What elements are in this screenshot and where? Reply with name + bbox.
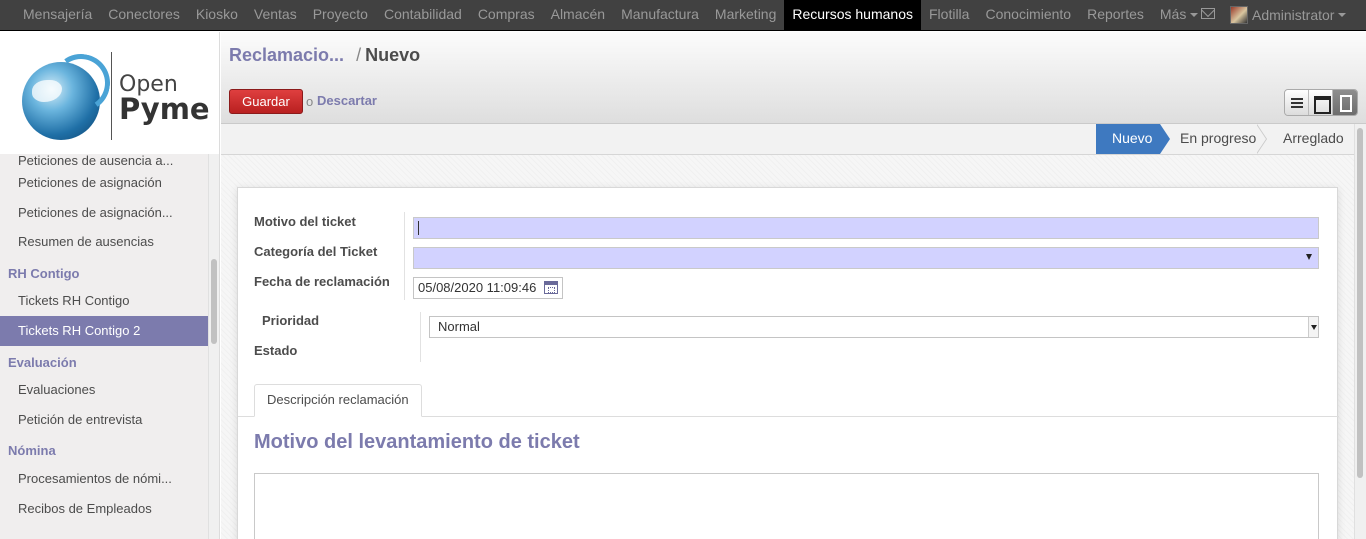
main-scrollbar-thumb[interactable] [1357, 128, 1363, 478]
sidebar-item-resumen-ausencias[interactable]: Resumen de ausencias [0, 227, 208, 257]
logo-divider [111, 52, 112, 140]
menu-contabilidad[interactable]: Contabilidad [376, 0, 470, 30]
menu-marketing[interactable]: Marketing [707, 0, 784, 30]
sidebar-item-peticiones-ausencia[interactable]: Peticiones de ausencia a... [0, 154, 208, 168]
top-menu: Mensajería Conectores Kiosko Ventas Proy… [15, 0, 1206, 30]
menu-recursos-humanos[interactable]: Recursos humanos [784, 0, 921, 30]
menu-mas[interactable]: Más [1152, 0, 1206, 30]
stage-nuevo[interactable]: Nuevo [1096, 124, 1160, 154]
section-title: Motivo del levantamiento de ticket [254, 431, 580, 453]
prioridad-value: Normal [438, 319, 480, 334]
breadcrumb-parent-link[interactable]: Reclamacio... [229, 45, 344, 65]
user-menu[interactable]: Administrator [1230, 0, 1347, 30]
fecha-reclamacion-input[interactable]: 05/08/2020 11:09:46 [413, 277, 563, 299]
categoria-ticket-select[interactable] [413, 247, 1319, 269]
menu-compras[interactable]: Compras [470, 0, 543, 30]
label-categoria-ticket: Categoría del Ticket [254, 244, 378, 259]
discard-link[interactable]: Descartar [317, 93, 377, 108]
sidebar-item-procesamientos-nomina[interactable]: Procesamientos de nómi... [0, 464, 208, 494]
save-button[interactable]: Guardar [229, 89, 303, 114]
label-estado: Estado [254, 343, 298, 358]
mail-icon[interactable] [1201, 8, 1215, 19]
motivo-ticket-input[interactable] [413, 217, 1319, 239]
dropdown-arrow-icon [1308, 317, 1318, 337]
caret-down-icon [1338, 13, 1347, 17]
stage-arreglado[interactable]: Arreglado [1265, 124, 1344, 154]
form-header: Reclamacio... / Nuevo Guardar o Descartar [221, 32, 1366, 124]
dropdown-arrow-icon [1306, 254, 1312, 260]
sidebar-item-tickets-rh[interactable]: Tickets RH Contigo [0, 286, 208, 316]
label-prioridad: Prioridad [262, 313, 320, 328]
sidebar-item-peticion-entrevista[interactable]: Petición de entrevista [0, 405, 208, 435]
label-fecha-reclamacion: Fecha de reclamación [254, 274, 390, 289]
sidebar-item-peticiones-asignacion-2[interactable]: Peticiones de asignación... [0, 198, 208, 228]
calendar-icon[interactable] [544, 281, 558, 294]
company-logo[interactable]: Open Pyme [0, 32, 219, 154]
view-switcher [1284, 89, 1358, 116]
or-text: o [306, 94, 314, 109]
prioridad-select[interactable]: Normal [429, 316, 1319, 338]
text-cursor [418, 221, 419, 235]
status-bar: Nuevo En progreso Arreglado [221, 124, 1354, 155]
sidebar-scrollbar[interactable] [208, 154, 219, 539]
sidebar-item-recibos-empleados[interactable]: Recibos de Empleados [0, 494, 208, 524]
sidebar: Open Pyme Peticiones de ausencia a... Pe… [0, 32, 220, 539]
top-navbar: Mensajería Conectores Kiosko Ventas Proy… [0, 0, 1366, 31]
breadcrumb-separator: / [356, 45, 362, 65]
stage-en-progreso[interactable]: En progreso [1162, 124, 1256, 154]
calendar-view-icon[interactable] [1309, 90, 1333, 115]
tab-descripcion-reclamacion[interactable]: Descripción reclamación [254, 384, 422, 417]
menu-ventas[interactable]: Ventas [246, 0, 305, 30]
menu-conocimiento[interactable]: Conocimiento [977, 0, 1079, 30]
user-name: Administrator [1252, 7, 1335, 23]
field-separator [404, 212, 405, 300]
sidebar-scrollbar-thumb[interactable] [211, 259, 217, 344]
menu-manufactura[interactable]: Manufactura [613, 0, 707, 30]
menu-conectores[interactable]: Conectores [100, 0, 188, 30]
sidebar-section-rh-contigo: RH Contigo [8, 265, 80, 281]
sidebar-item-peticiones-asignacion[interactable]: Peticiones de asignación [0, 168, 208, 198]
avatar [1230, 6, 1248, 24]
list-view-icon[interactable] [1285, 90, 1309, 115]
descripcion-textarea[interactable] [254, 473, 1319, 539]
form-sheet: Motivo del ticket Categoría del Ticket F… [237, 187, 1339, 539]
sidebar-section-nomina: Nómina [8, 443, 56, 459]
breadcrumb-current: Nuevo [365, 45, 421, 65]
caret-down-icon [1190, 13, 1199, 18]
form-content: Nuevo En progreso Arreglado Motivo del t… [221, 124, 1354, 539]
menu-flotilla[interactable]: Flotilla [921, 0, 977, 30]
form-view-icon[interactable] [1333, 90, 1357, 115]
sidebar-item-evaluaciones[interactable]: Evaluaciones [0, 375, 208, 405]
logo-text-pyme: Pyme [119, 92, 210, 126]
field-separator [420, 312, 421, 362]
breadcrumb: Reclamacio... / Nuevo [229, 45, 420, 66]
sidebar-menu: Peticiones de ausencia a... Peticiones d… [0, 154, 208, 523]
menu-proyecto[interactable]: Proyecto [305, 0, 376, 30]
sidebar-item-tickets-rh-2[interactable]: Tickets RH Contigo 2 [0, 315, 208, 346]
menu-mas-label: Más [1159, 6, 1187, 22]
label-motivo-ticket: Motivo del ticket [254, 214, 356, 229]
menu-mensajeria[interactable]: Mensajería [15, 0, 100, 30]
menu-kiosko[interactable]: Kiosko [188, 0, 246, 30]
menu-almacen[interactable]: Almacén [543, 0, 613, 30]
menu-reportes[interactable]: Reportes [1079, 0, 1152, 30]
fecha-value: 05/08/2020 11:09:46 [418, 280, 537, 295]
sidebar-section-evaluacion: Evaluación [8, 354, 77, 370]
